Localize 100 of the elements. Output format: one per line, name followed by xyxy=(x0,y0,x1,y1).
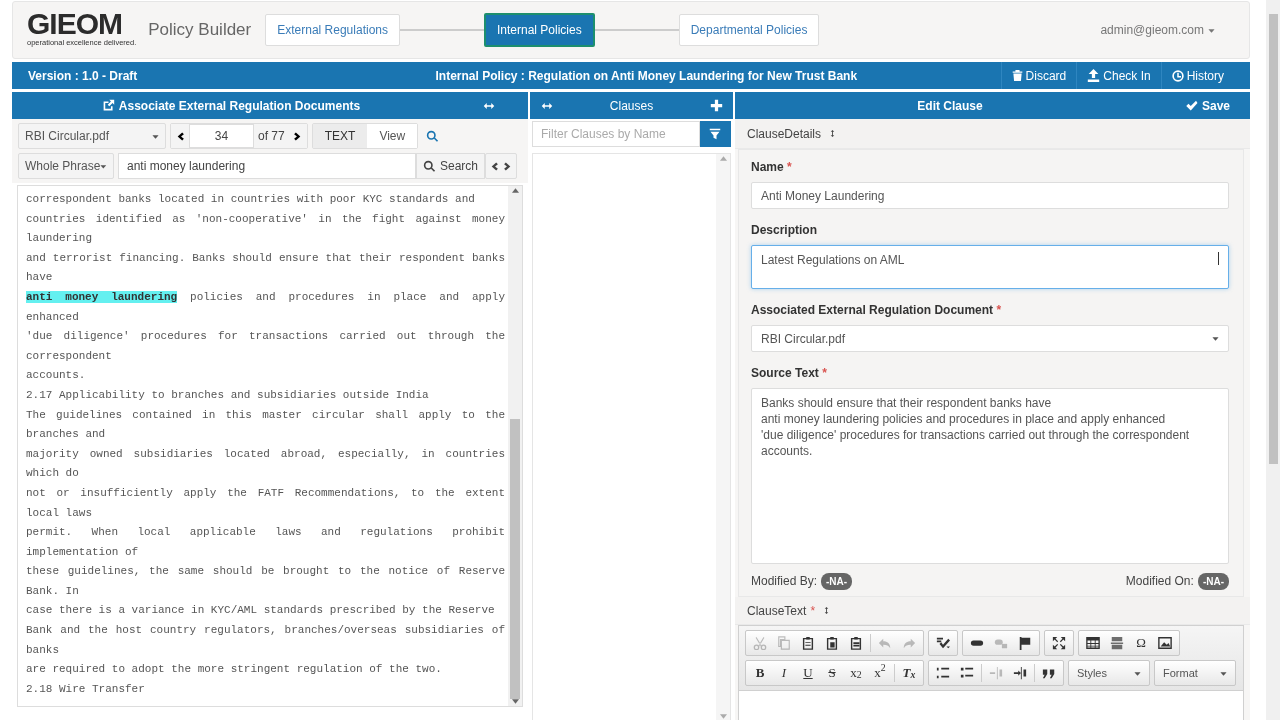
flag-icon xyxy=(1018,636,1032,650)
toolbar-button[interactable]: Ω xyxy=(1129,632,1153,654)
match-mode-select[interactable]: Whole Phrase xyxy=(18,153,114,179)
required-mark: * xyxy=(787,160,792,174)
dropdown-button[interactable]: Styles xyxy=(1071,662,1147,684)
step-tab[interactable]: External Regulations xyxy=(265,14,400,46)
numbered-list-icon xyxy=(936,666,950,680)
required-mark: * xyxy=(996,303,1002,317)
app-title: Policy Builder xyxy=(148,19,252,42)
toolbar-button[interactable]: Check In xyxy=(1076,62,1161,89)
chevron-right-icon xyxy=(503,160,513,172)
user-menu[interactable]: admin@gieom.com xyxy=(1094,20,1221,40)
scissors-icon xyxy=(753,636,767,650)
caret-icon xyxy=(152,132,159,140)
logo: GIEOM xyxy=(27,11,122,38)
caret-icon xyxy=(1208,26,1215,34)
clipboard-icon xyxy=(849,636,863,650)
toolbar-button[interactable]: x$^{2}$ xyxy=(868,662,892,684)
chevron-left-icon xyxy=(175,130,185,142)
field-label: Associated External Regulation Document xyxy=(751,303,994,317)
table-icon xyxy=(1086,636,1100,650)
copy-icon xyxy=(777,636,791,650)
search-button[interactable]: Search xyxy=(416,153,486,179)
trash-icon xyxy=(1011,69,1023,82)
toolbar-button[interactable]: I xyxy=(772,662,796,684)
toolbar-button[interactable]: U xyxy=(796,662,820,684)
panel-header: Associate External Regulation Documents xyxy=(12,92,450,119)
toolbar-button[interactable]: T$_{x}$ xyxy=(897,662,921,684)
indent-icon xyxy=(1013,666,1027,680)
document-paragraph: case there is a variance in KYC/AML standards prescribed by the Reserve xyxy=(26,603,496,619)
text-cursor xyxy=(1218,252,1219,265)
page-field[interactable]: 34 xyxy=(189,124,254,148)
page-count: of 77 xyxy=(257,128,286,145)
caret-icon xyxy=(100,162,107,170)
step-tab[interactable]: Internal Policies xyxy=(484,13,595,47)
redo-icon xyxy=(902,636,916,650)
document-select[interactable]: RBI Circular.pdf xyxy=(18,123,166,149)
chevron-left-icon xyxy=(490,160,500,172)
toolbar-button[interactable]: Discard xyxy=(1000,62,1077,89)
caret-icon xyxy=(1134,669,1141,677)
scrollbar-thumb[interactable] xyxy=(510,419,520,699)
search-icon xyxy=(423,159,436,173)
undo-icon xyxy=(878,636,892,650)
clipboard-icon xyxy=(801,636,815,650)
filter-icon xyxy=(709,128,722,140)
plus-icon xyxy=(710,99,723,112)
dropdown-button[interactable]: Format xyxy=(1157,662,1233,684)
scroll-up-icon[interactable] xyxy=(511,188,519,193)
document-paragraph: 2.18 Wire Transfer xyxy=(26,681,146,697)
field-label: Description xyxy=(751,223,817,237)
caret-icon xyxy=(1220,669,1227,677)
text-area[interactable]: Latest Regulations on AML xyxy=(751,245,1229,289)
text-area[interactable]: Banks should ensure that their respondent banks have anti money laundering policies and procedures in place and apply enhanced 'due diligence' procedures for transactions carried out through the correspondent accounts. xyxy=(751,388,1229,564)
required-mark: * xyxy=(822,366,827,380)
clipboard-icon xyxy=(825,636,839,650)
outdent-icon xyxy=(989,666,1003,680)
external-link-icon xyxy=(101,99,115,112)
chevron-right-icon xyxy=(293,130,303,142)
caret-icon xyxy=(1212,335,1219,342)
clock-icon xyxy=(1171,69,1184,82)
document-paragraph: 2.17 Applicability to branches and subsidiaries outside India xyxy=(26,387,430,403)
section-title: ClauseDetails xyxy=(747,125,822,143)
modified-on-label: Modified On: xyxy=(1125,573,1194,590)
status-badge: -NA- xyxy=(821,572,853,590)
policy-title: Internal Policy : Regulation on Anti Money Laundering for New Trust Bank xyxy=(434,67,859,85)
search-field[interactable]: anti money laundering xyxy=(118,153,416,179)
check-icon xyxy=(1185,99,1198,112)
filter-button[interactable] xyxy=(699,121,731,147)
maximize-icon xyxy=(1052,636,1066,650)
spellcheck-icon xyxy=(936,636,950,650)
field-label: Source Text xyxy=(751,366,819,380)
document-paragraph: accounts. xyxy=(26,368,87,384)
toolbar-button[interactable]: B xyxy=(748,662,772,684)
required-mark: * xyxy=(810,602,816,620)
step-tab[interactable]: Departmental Policies xyxy=(678,14,820,46)
search-icon xyxy=(426,129,440,143)
vertical-resize-icon xyxy=(823,604,831,617)
image-icon xyxy=(1158,636,1172,650)
upload-icon xyxy=(1087,69,1101,82)
field-label: Name xyxy=(751,160,784,174)
toolbar-button[interactable]: S xyxy=(820,662,844,684)
save-button[interactable]: Save xyxy=(1165,92,1250,119)
panel-header: Edit Clause xyxy=(916,97,984,115)
document-paragraph: are required to adopt the more stringent regulation of the two. xyxy=(26,662,443,678)
name-field[interactable]: Anti Money Laundering xyxy=(751,182,1229,209)
document-select[interactable]: RBI Circular.pdf xyxy=(751,325,1229,352)
toolbar-button[interactable]: x$_{2}$ xyxy=(844,662,868,684)
modified-by-label: Modified By: xyxy=(751,573,818,590)
section-title: ClauseText xyxy=(747,602,807,620)
scrollbar-thumb[interactable] xyxy=(1268,14,1278,464)
vertical-resize-icon xyxy=(829,127,837,140)
filter-field[interactable]: Filter Clauses by Name xyxy=(532,121,700,147)
bulleted-list-icon xyxy=(960,666,974,680)
toolbar-button[interactable]: History xyxy=(1160,62,1234,89)
status-badge: -NA- xyxy=(1197,572,1229,590)
version-label: Version : 1.0 - Draft xyxy=(27,67,139,85)
panel-header: Clauses xyxy=(608,97,655,115)
view-mode-toggle[interactable]: TEXT xyxy=(312,124,368,148)
view-mode-toggle[interactable]: View xyxy=(367,124,418,148)
document-paragraph: correspondent banks located in countries with poor KYC standards and xyxy=(26,192,476,207)
